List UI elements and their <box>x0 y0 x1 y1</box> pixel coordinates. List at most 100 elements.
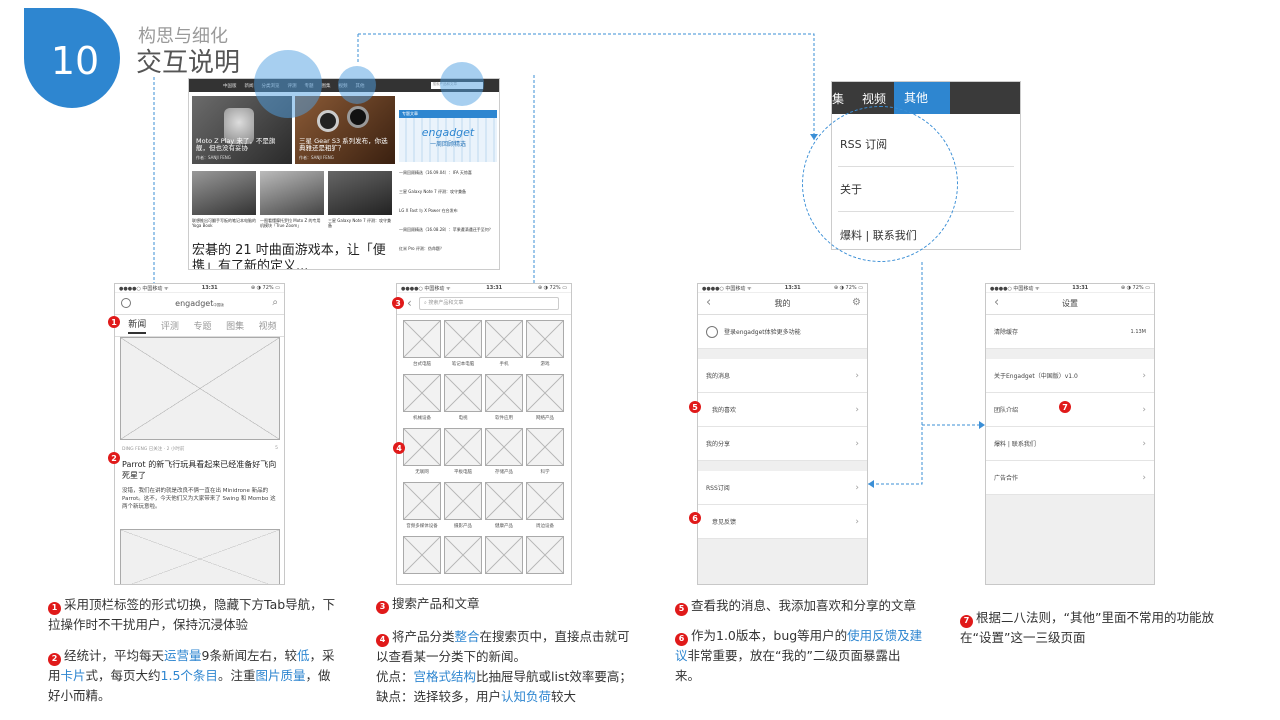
list-item[interactable]: 意见反馈 › <box>698 505 867 539</box>
category-cell[interactable] <box>444 536 482 584</box>
status-bar: ●●●●○ 中国移动 ᯤ 13:31 ⊕ ◑ 72% ▭ <box>986 284 1154 293</box>
category-image <box>403 428 441 466</box>
note-3: 3 搜索产品和文章 <box>376 594 646 614</box>
category-cell[interactable]: 周边设备 <box>526 482 564 534</box>
note-2: 2 经统计，平均每天运营量9条新闻左右，较低，采用卡片式，每页大约1.5个条目。注… <box>48 648 335 703</box>
category-cell[interactable]: 音频多媒体设备 <box>403 482 441 534</box>
highlight-dashed-circle <box>802 106 958 262</box>
article-desc: 没错，我们在讲的就是改良不俩一直在出 Minidrone 新品的 Parrot。… <box>122 488 276 510</box>
category-cell[interactable]: 笔记本电脑 <box>444 320 482 372</box>
avatar-icon <box>706 325 718 338</box>
category-cell[interactable] <box>526 536 564 584</box>
tab-gallery[interactable]: 图集 <box>226 319 244 332</box>
sidebar-logo: engadget <box>421 126 475 139</box>
category-cell[interactable]: 台式电脑 <box>403 320 441 372</box>
clear-cache-row[interactable]: 清除缓存 1.13M <box>986 315 1154 349</box>
small-card-title[interactable]: 联想推出可翻手写板的笔记本电脑的 Yoga Book <box>192 218 256 228</box>
note-1: 1 采用顶栏标签的形式切换，隐藏下方Tab导航，下拉操作时不干扰用户，保持沉浸体验 <box>48 597 336 632</box>
list-item[interactable]: 我的分享 › <box>698 427 867 461</box>
category-cell[interactable]: 手机 <box>485 320 523 372</box>
sidebar-item[interactable]: LG X Fast 与 X Power 在台发布 <box>399 208 497 213</box>
website-headline[interactable]: 宏碁的 21 吋曲面游戏本，让「便携」有了新的定义... <box>192 243 396 269</box>
category-label <box>403 574 441 584</box>
website-screenshot: 中国版 新闻 分类浏览 评测 专题 图集 视频 其他 搜索产品和文章 Moto … <box>188 78 500 270</box>
category-label: 存储产品 <box>495 470 513 475</box>
category-cell[interactable]: 健康产品 <box>485 482 523 534</box>
list-item[interactable]: 广告合作 › <box>986 461 1154 495</box>
sidebar-item[interactable]: 三星 Galaxy Note 7 评测：攻守兼备 <box>399 189 497 194</box>
phone-mine: ●●●●○ 中国移动 ᯤ 13:31 ⊕ ◑ 72% ▭ ‹ 我的 ⚙ 登录enga… <box>697 283 868 585</box>
category-cell[interactable]: 电视 <box>444 374 482 426</box>
tab-news[interactable]: 新闻 <box>128 317 147 334</box>
sidebar-item[interactable]: 一周回顾精选（16.08.28）：苹果遭滴遇还手至何？ <box>399 227 497 232</box>
category-cell[interactable] <box>485 536 523 584</box>
website-nav-item[interactable]: 中国版 <box>223 83 237 89</box>
category-cell[interactable]: 机械设备 <box>403 374 441 426</box>
list-item[interactable]: 关于Engadget（中国版）v1.0 › <box>986 359 1154 393</box>
category-label: 音频多媒体设备 <box>406 524 438 529</box>
website-sidebar: 专题文章 engadget 一周回顾精选 一周回顾精选（16.09.04）：IF… <box>399 110 497 251</box>
user-icon[interactable] <box>121 298 131 308</box>
login-row[interactable]: 登录engadget体验更多功能 <box>698 315 867 349</box>
category-image <box>403 536 441 574</box>
category-cell[interactable]: 无联网 <box>403 428 441 480</box>
chevron-right-icon: › <box>855 516 859 527</box>
website-nav-item[interactable]: 图集 <box>322 83 331 89</box>
website-nav-item[interactable]: 新闻 <box>245 83 254 89</box>
marker-7: 7 <box>1059 401 1071 413</box>
tab-topic[interactable]: 专题 <box>193 319 211 332</box>
sidebar-item[interactable]: 红米 Pro 评测：伪命题？ <box>399 246 497 251</box>
list-item[interactable]: RSS订阅 › <box>698 471 867 505</box>
category-label: 笔记本电脑 <box>451 362 475 367</box>
category-cell[interactable] <box>403 536 441 584</box>
sidebar-header: 专题文章 <box>399 110 497 118</box>
small-card-image[interactable] <box>192 171 256 215</box>
nav-bar: engadget中国版 ⌕ <box>115 293 284 315</box>
gear-icon[interactable]: ⚙ <box>852 297 861 308</box>
small-card-image[interactable] <box>328 171 392 215</box>
category-image <box>485 428 523 466</box>
small-card-title[interactable]: 一图看懂摩托罗拉 Moto Z 的专用机模块「True Zoom」 <box>260 218 324 228</box>
list-item[interactable]: 爆料 | 联系我们 › <box>986 427 1154 461</box>
category-label: 电视 <box>458 416 468 421</box>
category-cell[interactable]: 存储产品 <box>485 428 523 480</box>
note-4: 4 将产品分类整合在搜索页中，直接点击就可以查看某一分类下的新闻。 优点：宫格式结构… <box>376 629 632 704</box>
article-title[interactable]: Parrot 的新飞行玩具看起来已经准备好飞向死星了 <box>122 459 280 481</box>
category-grid: 台式电脑 笔记本电脑 手机 游戏机械设备 电视 软件应用 网络产品无联网 平板电脑 存储产品 科学… <box>403 320 564 584</box>
category-image <box>485 320 523 358</box>
category-label <box>526 574 564 584</box>
small-card-image[interactable] <box>260 171 324 215</box>
card-author: 作者：SANJI FENG <box>299 155 334 160</box>
menu-tab[interactable]: 集 <box>832 90 854 107</box>
article-image[interactable] <box>120 529 280 584</box>
category-label: 手机 <box>499 362 509 367</box>
status-bar: ●●●●○ 中国移动 ᯤ 13:31 ⊕ ◑ 72% ▭ <box>698 284 867 293</box>
category-cell[interactable]: 网络产品 <box>526 374 564 426</box>
list-item[interactable]: 我的消息 › <box>698 359 867 393</box>
back-icon[interactable]: ‹ <box>706 295 711 310</box>
tab-review[interactable]: 评测 <box>161 319 179 332</box>
nav-bar: ‹ 设置 <box>986 293 1154 315</box>
chevron-right-icon: › <box>1142 404 1146 415</box>
sidebar-logo-banner[interactable]: engadget 一周回顾精选 <box>399 118 497 162</box>
article-image[interactable] <box>120 337 280 440</box>
menu-tab-video[interactable]: 视频 <box>854 90 894 107</box>
category-cell[interactable]: 游戏 <box>526 320 564 372</box>
tab-video[interactable]: 视频 <box>259 319 277 332</box>
list-item[interactable]: 我的喜欢 › <box>698 393 867 427</box>
back-icon[interactable]: ‹ <box>994 295 999 310</box>
search-input[interactable]: ⌕ 搜索产品和文章 <box>419 297 559 310</box>
category-cell[interactable]: 软件应用 <box>485 374 523 426</box>
small-card-title[interactable]: 三星 Galaxy Note 7 评测：攻守兼备 <box>328 218 392 228</box>
category-image <box>403 374 441 412</box>
category-cell[interactable]: 平板电脑 <box>444 428 482 480</box>
category-label <box>485 574 523 584</box>
back-icon[interactable]: ‹ <box>407 296 412 310</box>
category-label: 摄影产品 <box>454 524 472 529</box>
chevron-right-icon: › <box>1142 438 1146 449</box>
sidebar-item[interactable]: 一周回顾精选（16.09.04）：IFA 天惊喜 <box>399 170 497 175</box>
phone-news: ●●●●○ 中国移动 ᯤ 13:31 ⊕ ◑ 72% ▭ engadget中国版 ⌕… <box>114 283 285 585</box>
search-icon[interactable]: ⌕ <box>272 297 278 308</box>
category-cell[interactable]: 摄影产品 <box>444 482 482 534</box>
category-cell[interactable]: 科学 <box>526 428 564 480</box>
